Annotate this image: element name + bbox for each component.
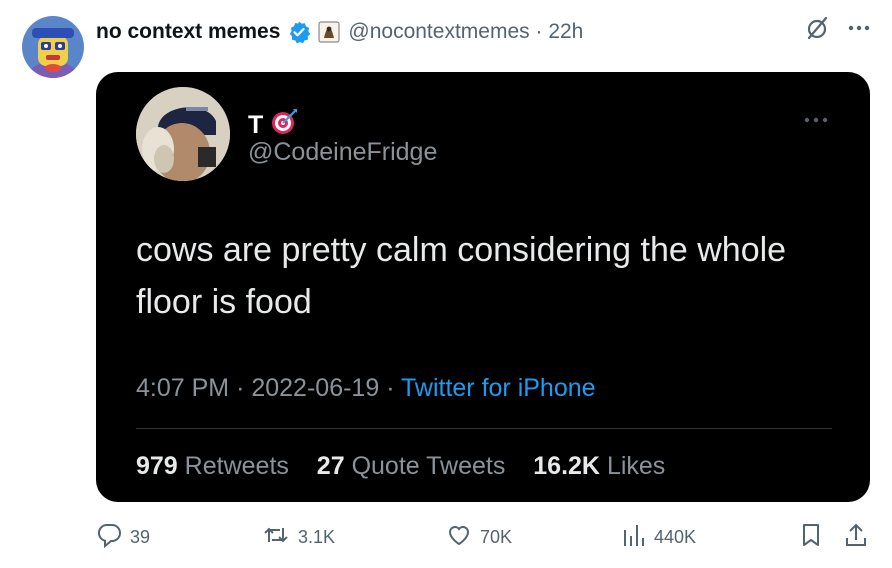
reply-count: 39 [130,526,151,547]
tweet-action-bar: 39 3.1K 70K 440K [96,520,886,554]
quoted-tweet-meta: 4:07 PM · 2022-06-19 · Twitter for iPhon… [136,374,596,402]
tweet-header: no context memes @nocontextmemes · 22h [96,15,583,49]
tweet-media-image[interactable]: T @CodeineFridge cows are pretty calm co… [96,72,870,502]
affiliate-badge-icon[interactable] [318,21,340,43]
like-button[interactable]: 70K [446,520,512,554]
quoted-source: Twitter for iPhone [401,374,596,402]
quoted-time: 4:07 PM [136,374,230,402]
quoted-likes-count: 16.2K [533,452,600,480]
bookmark-button[interactable] [800,520,822,554]
grok-icon[interactable] [804,15,830,41]
author-display-name[interactable]: no context memes [96,20,280,44]
like-icon [446,522,472,553]
retweet-count: 3.1K [298,526,336,547]
retweet-icon [262,522,290,553]
share-icon [844,522,868,553]
quoted-more-icon [804,110,828,128]
more-icon[interactable] [848,25,870,31]
tweet-timestamp[interactable]: 22h [548,20,583,43]
quoted-retweets-label: Retweets [184,452,289,480]
reply-button[interactable]: 39 [96,520,150,554]
like-count: 70K [480,526,513,547]
retweet-button[interactable]: 3.1K [262,520,335,554]
quoted-quotes-label: Quote Tweets [351,452,506,480]
quoted-stats: 979 Retweets 27 Quote Tweets 16.2K Likes [136,452,665,481]
quoted-divider [136,428,832,429]
share-button[interactable] [844,520,868,554]
header-actions [804,15,870,41]
quoted-likes-label: Likes [606,452,666,480]
quoted-tweet-text: cows are pretty calm considering the who… [136,231,787,321]
quoted-date: 2022-06-19 [251,374,380,402]
verified-badge-icon[interactable] [287,20,311,44]
views-count: 440K [654,526,697,547]
reply-icon [96,522,122,553]
bookmark-icon [800,522,822,553]
views-icon [622,522,646,553]
quoted-author-handle: @CodeineFridge [248,138,438,166]
quoted-quotes-count: 27 [316,452,345,480]
author-handle[interactable]: @nocontextmemes · 22h [348,20,583,44]
views-button[interactable]: 440K [622,520,696,554]
quoted-author-avatar [136,87,230,181]
quoted-retweets-count: 979 [136,452,178,480]
author-avatar[interactable] [22,16,84,78]
